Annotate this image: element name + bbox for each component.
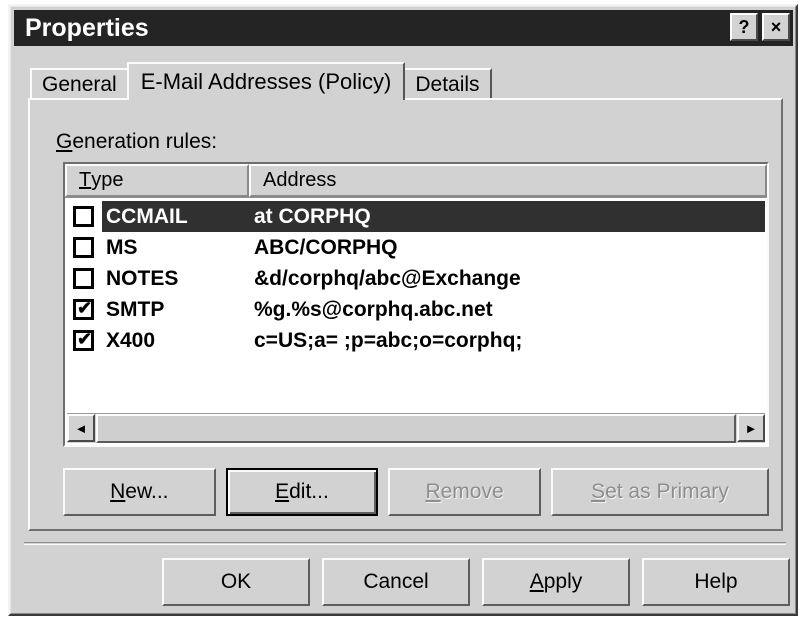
cell-address: %g.%s@corphq.abc.net xyxy=(254,297,493,321)
close-button[interactable]: × xyxy=(762,13,790,41)
generation-rules-label: Generation rules: xyxy=(56,130,217,154)
cell-type: X400 xyxy=(106,328,156,352)
remove-button: Remove xyxy=(388,468,541,516)
cell-address: c=US;a= ;p=abc;o=corphq; xyxy=(254,328,523,352)
edit-button[interactable]: Edit... xyxy=(225,468,379,516)
row-content: NOTES &d/corphq/abc@Exchange xyxy=(102,263,767,294)
footer-button-row: OK Cancel Apply Help xyxy=(162,558,790,606)
tab-general[interactable]: General xyxy=(30,68,129,100)
help-button[interactable]: ? xyxy=(730,13,758,41)
column-header-type-accel: T xyxy=(79,169,92,191)
row-content: CCMAIL at CORPHQ xyxy=(102,201,765,232)
row-checkbox[interactable] xyxy=(73,237,94,258)
row-checkbox[interactable] xyxy=(73,206,94,227)
ok-button[interactable]: OK xyxy=(162,558,310,606)
tab-email-addresses-policy[interactable]: E-Mail Addresses (Policy) xyxy=(126,62,406,100)
generation-rules-text: eneration rules: xyxy=(72,130,218,153)
checkmark-icon: ✔ xyxy=(77,298,93,318)
scroll-left-arrow-icon[interactable]: ◄ xyxy=(67,414,95,442)
list-column-headers: Type Address xyxy=(65,164,767,198)
scrollbar-thumb[interactable] xyxy=(96,414,736,443)
set-as-primary-button: Set as Primary xyxy=(550,468,769,516)
tab-details[interactable]: Details xyxy=(403,68,492,100)
new-button[interactable]: New... xyxy=(63,468,216,516)
table-row[interactable]: ✔ X400 c=US;a= ;p=abc;o=corphq; xyxy=(65,325,767,356)
action-button-row: New... Edit... Remove Set as Primary xyxy=(63,468,769,516)
cell-address: &d/corphq/abc@Exchange xyxy=(254,266,521,290)
help-footer-button[interactable]: Help xyxy=(642,558,790,606)
tab-strip: General E-Mail Addresses (Policy) Detail… xyxy=(30,62,492,100)
table-row[interactable]: ✔ SMTP %g.%s@corphq.abc.net xyxy=(65,294,767,325)
cell-address: ABC/CORPHQ xyxy=(254,235,398,259)
table-row[interactable]: NOTES &d/corphq/abc@Exchange xyxy=(65,263,767,294)
scroll-right-arrow-icon[interactable]: ► xyxy=(737,414,765,442)
title-bar[interactable]: Properties ? × xyxy=(14,10,793,46)
row-content: X400 c=US;a= ;p=abc;o=corphq; xyxy=(102,325,767,356)
cell-address: at CORPHQ xyxy=(254,204,371,228)
ok-button-before: OK xyxy=(220,570,252,593)
edit-button-after: dit... xyxy=(289,480,329,503)
row-content: MS ABC/CORPHQ xyxy=(102,232,767,263)
edit-button-accel: E xyxy=(275,480,290,503)
new-button-accel: N xyxy=(110,480,126,503)
column-header-address-text: Address xyxy=(263,169,337,191)
help-button-before: Help xyxy=(694,570,738,593)
remove-button-accel: R xyxy=(425,480,441,503)
window-title: Properties xyxy=(25,14,149,42)
list-rows: CCMAIL at CORPHQ MS ABC/CORPHQ NOTES &d/… xyxy=(65,198,767,356)
cancel-button-before: Cancel xyxy=(363,570,429,593)
horizontal-scrollbar[interactable]: ◄ ► xyxy=(67,413,765,443)
table-row[interactable]: CCMAIL at CORPHQ xyxy=(65,201,767,232)
column-header-address[interactable]: Address xyxy=(249,164,767,197)
properties-dialog: Properties ? × General E-Mail Addresses … xyxy=(8,4,798,616)
row-checkbox[interactable] xyxy=(73,268,94,289)
remove-button-after: emove xyxy=(440,480,504,503)
apply-button[interactable]: Apply xyxy=(482,558,630,606)
apply-button-accel: A xyxy=(529,570,544,593)
checkmark-icon: ✔ xyxy=(77,329,93,349)
generation-rules-accel: G xyxy=(56,130,73,153)
footer-divider xyxy=(24,542,786,545)
title-bar-buttons: ? × xyxy=(730,13,790,41)
new-button-after: ew... xyxy=(125,480,169,503)
cell-type: MS xyxy=(106,235,138,259)
cancel-button[interactable]: Cancel xyxy=(322,558,470,606)
cell-type: CCMAIL xyxy=(106,204,188,228)
row-content: SMTP %g.%s@corphq.abc.net xyxy=(102,294,767,325)
set-as-primary-after: et as Primary xyxy=(605,480,729,503)
table-row[interactable]: MS ABC/CORPHQ xyxy=(65,232,767,263)
set-as-primary-accel: S xyxy=(591,480,606,503)
column-header-type[interactable]: Type xyxy=(65,164,249,197)
row-checkbox[interactable]: ✔ xyxy=(73,329,94,351)
cell-type: NOTES xyxy=(106,266,179,290)
cell-type: SMTP xyxy=(106,297,165,321)
apply-button-after: pply xyxy=(543,570,583,593)
generation-rules-list[interactable]: Type Address CCMAIL at CORPHQ MS ABC/COR… xyxy=(63,162,769,447)
row-checkbox[interactable]: ✔ xyxy=(73,298,94,320)
column-header-type-text: ype xyxy=(91,169,124,191)
